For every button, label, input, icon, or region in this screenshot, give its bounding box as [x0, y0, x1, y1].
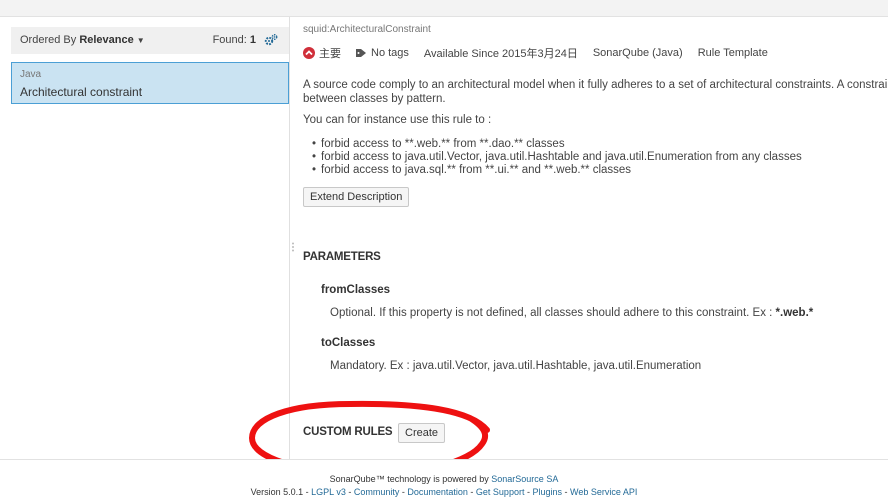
found-count: Found: 1 — [213, 34, 256, 46]
parameter-example: *.web.* — [775, 307, 814, 319]
found-label: Found: — [212, 34, 247, 46]
footer: SonarQube™ technology is powered by Sona… — [0, 459, 888, 499]
sonarsource-link[interactable]: SonarSource SA — [491, 474, 558, 484]
footer-links: Version 5.0.1 - LGPL v3 - Community - Do… — [250, 487, 638, 497]
tags[interactable]: No tags — [356, 47, 409, 59]
custom-rules-heading: CUSTOM RULES — [303, 426, 393, 438]
rule-description: A source code comply to an architectural… — [303, 78, 888, 106]
rule-name: Architectural constraint — [20, 85, 143, 99]
description-line: between classes by pattern. — [303, 93, 446, 105]
parameters-heading: PARAMETERS — [303, 251, 381, 263]
list-item: forbid access to java.sql.** from **.ui.… — [312, 164, 802, 177]
sort-prefix: Ordered By — [20, 34, 77, 46]
parameter-name: fromClasses — [321, 284, 391, 296]
rule-meta: 主要 No tags Available Since 2015年3月24日 So… — [303, 45, 783, 61]
plugins-link[interactable]: Plugins — [532, 487, 562, 497]
list-item: forbid access to java.util.Vector, java.… — [312, 151, 802, 164]
powered-by-text: SonarQube™ technology is powered by — [329, 474, 489, 484]
description-line: A source code comply to an architectural… — [303, 79, 888, 91]
rule-list-item[interactable]: Java Architectural constraint — [11, 62, 289, 104]
community-link[interactable]: Community — [354, 487, 400, 497]
severity: 主要 — [303, 45, 341, 61]
sidebar-header: Ordered By Relevance ▼ Found: 1 — [11, 27, 289, 54]
get-support-link[interactable]: Get Support — [476, 487, 525, 497]
rule-language: Java — [20, 69, 42, 80]
rule-template: Rule Template — [697, 47, 768, 59]
license-link[interactable]: LGPL v3 — [311, 487, 346, 497]
parameter-name: toClasses — [321, 337, 376, 349]
tags-label: No tags — [371, 47, 409, 59]
parameter-description-text: Optional. If this property is not define… — [330, 307, 776, 319]
parameter-description: Mandatory. Ex : java.util.Vector, java.u… — [330, 360, 702, 372]
gear-icon[interactable] — [264, 33, 278, 47]
rule-details: squid:ArchitecturalConstraint 主要 No tags… — [292, 0, 888, 459]
severity-label: 主要 — [319, 48, 341, 60]
web-service-api-link[interactable]: Web Service API — [570, 487, 637, 497]
repository: SonarQube (Java) — [592, 47, 683, 59]
tag-icon — [356, 49, 366, 57]
version-text: Version 5.0.1 — [250, 487, 304, 497]
major-severity-icon — [303, 47, 315, 59]
list-item: forbid access to **.web.** from **.dao.*… — [312, 138, 802, 151]
instance-intro: You can for instance use this rule to : — [303, 114, 492, 126]
sort-value: Relevance — [79, 34, 134, 46]
documentation-link[interactable]: Documentation — [407, 487, 468, 497]
found-number: 1 — [249, 34, 256, 46]
parameter-description: Optional. If this property is not define… — [330, 307, 813, 319]
example-list: forbid access to **.web.** from **.dao.*… — [312, 138, 802, 177]
create-custom-rule-button[interactable]: Create — [398, 423, 446, 443]
powered-by: SonarQube™ technology is powered by Sona… — [0, 474, 888, 484]
rules-sidebar: Ordered By Relevance ▼ Found: 1 Java Arch… — [0, 17, 290, 459]
available-since: Available Since 2015年3月24日 — [423, 48, 578, 60]
rule-key: squid:ArchitecturalConstraint — [303, 24, 431, 35]
caret-down-icon: ▼ — [136, 36, 145, 45]
drag-handle-icon[interactable] — [291, 242, 295, 254]
extend-description-button[interactable]: Extend Description — [303, 187, 410, 207]
sort-selector[interactable]: Ordered By Relevance ▼ — [20, 34, 145, 46]
